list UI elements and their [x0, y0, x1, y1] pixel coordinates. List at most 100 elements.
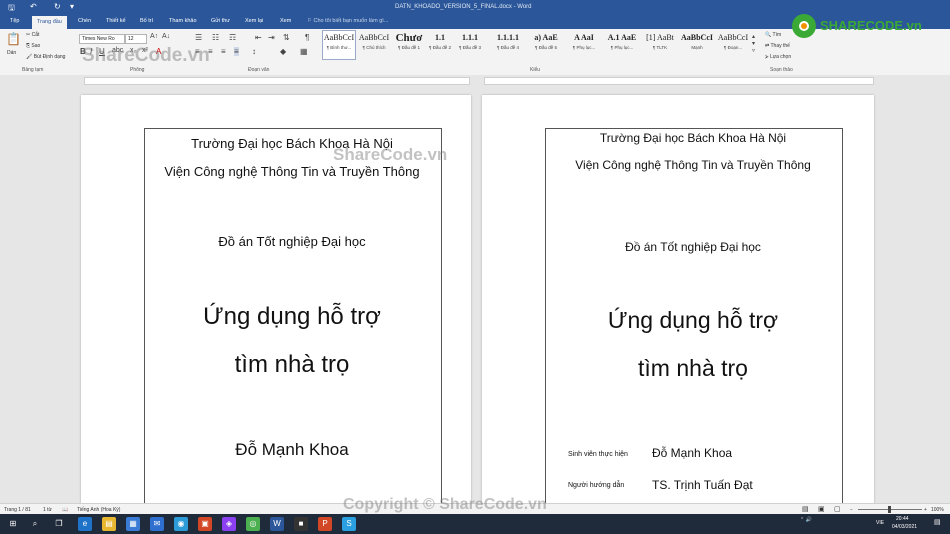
clock-date[interactable]: 04/03/2021	[892, 524, 917, 530]
watermark-text: ShareCode.vn	[82, 45, 210, 66]
style-sample: a) AaE	[534, 33, 558, 42]
messenger-icon[interactable]: ◈	[222, 517, 236, 531]
office-icon[interactable]: ▣	[198, 517, 212, 531]
redo-icon[interactable]: ↻	[54, 2, 61, 11]
thesis-title-line1: Ứng dụng hỗ trợ	[203, 303, 381, 330]
tab-home[interactable]: Trang đầu	[32, 16, 67, 29]
style-name: ¶ Đoạn...	[723, 45, 743, 50]
line-spacing-icon[interactable]: ↕	[252, 47, 256, 56]
word-icon[interactable]: W	[270, 517, 284, 531]
document-title: DATN_KHOADO_VERSION_5_FINAL.docx - Word	[395, 4, 532, 10]
justify-icon[interactable]: ≡	[234, 47, 239, 56]
mail-icon[interactable]: ✉	[150, 517, 164, 531]
thesis-title-line2: tìm nhà trọ	[638, 355, 748, 381]
font-name-box[interactable]: Times New Ro	[79, 34, 125, 44]
paste-button[interactable]: Dán	[7, 50, 16, 56]
style-sample: Chươ	[395, 32, 423, 44]
word-count[interactable]: 1 từ	[43, 507, 52, 513]
tell-me-box[interactable]: ⚐ Cho tôi biết bạn muốn làm gì...	[307, 18, 388, 24]
format-painter-button[interactable]: 🖌 Bút Định dạng	[26, 54, 65, 60]
chrome-icon[interactable]: ◎	[246, 517, 260, 531]
notification-icon[interactable]: ▤	[934, 518, 941, 526]
style-appendix[interactable]: A AaI ¶ Phụ lục...	[567, 31, 601, 59]
style-appendix-sub[interactable]: A.1 AaE ¶ Phụ lục...	[605, 31, 639, 59]
tab-review[interactable]: Xem lại	[245, 18, 263, 24]
ruler-right-page[interactable]	[484, 77, 874, 85]
paragraph-group-label: Đoạn văn	[248, 67, 270, 73]
style-name: ¶ TLTK	[652, 45, 668, 50]
tray-icons[interactable]: ⌃ 🔊	[800, 517, 812, 523]
task-view-icon[interactable]: ❐	[52, 517, 66, 531]
numbering-icon[interactable]: ☷	[212, 33, 219, 42]
multilevel-list-icon[interactable]: ☶	[229, 33, 236, 42]
paste-icon[interactable]: 📋	[6, 32, 21, 46]
align-right-icon[interactable]: ≡	[221, 47, 226, 56]
find-button[interactable]: 🔍 Tìm	[765, 32, 781, 38]
copy-button[interactable]: ⎘ Sao	[26, 43, 40, 49]
style-references[interactable]: [1] AaBt ¶ TLTK	[643, 31, 677, 59]
grow-font-icon[interactable]: A↑	[150, 33, 158, 40]
document-page-right[interactable]: Trường Đại học Bách Khoa Hà Nội Viện Côn…	[482, 95, 874, 530]
quick-access-dropdown-icon[interactable]: ▾	[70, 2, 74, 11]
store-icon[interactable]: ▦	[126, 517, 140, 531]
read-mode-icon[interactable]: ▤	[802, 505, 809, 513]
shading-icon[interactable]: ◆	[280, 47, 286, 56]
zoom-slider-thumb[interactable]	[888, 506, 891, 513]
borders-icon[interactable]: ▦	[300, 47, 308, 56]
cut-button[interactable]: ✂ Cắt	[26, 32, 39, 38]
select-button[interactable]: ⮚ Lựa chọn	[765, 54, 791, 60]
increase-indent-icon[interactable]: ⇥	[268, 33, 275, 42]
clock-time[interactable]: 20:44	[896, 516, 909, 522]
style-normal[interactable]: AaBbCcI ¶ Bình thư...	[322, 30, 356, 60]
tab-file[interactable]: Tệp	[10, 18, 19, 24]
sort-icon[interactable]: ⇅	[283, 33, 290, 42]
file-explorer-icon[interactable]: ▤	[102, 517, 116, 531]
ide-icon[interactable]: ■	[294, 517, 308, 531]
tab-layout[interactable]: Bố trí	[140, 18, 153, 24]
style-name: ¶ Chú thích	[362, 45, 386, 50]
style-paragraph[interactable]: AaBbCcI ¶ Đoạn...	[716, 31, 750, 59]
web-layout-icon[interactable]: ▢	[834, 505, 841, 513]
powerpoint-icon[interactable]: P	[318, 517, 332, 531]
format-painter-label: Bút Định dạng	[33, 54, 66, 60]
replace-button[interactable]: ⇄ Thay thế	[765, 43, 790, 49]
print-layout-icon[interactable]: ▣	[818, 505, 825, 513]
skype-icon[interactable]: S	[342, 517, 356, 531]
bullets-icon[interactable]: ☰	[195, 33, 202, 42]
tab-design[interactable]: Thiết kế	[106, 18, 126, 24]
app-icon[interactable]: ◉	[174, 517, 188, 531]
shrink-font-icon[interactable]: A↓	[162, 33, 170, 40]
style-heading-4[interactable]: 1.1.1.1 ¶ Đầu đề 4	[490, 31, 526, 59]
style-heading-2[interactable]: 1.1 ¶ Đầu đề 2	[428, 31, 452, 59]
tell-me-text: Cho tôi biết bạn muốn làm gì...	[313, 18, 389, 24]
font-size-box[interactable]: 12	[125, 34, 147, 44]
style-heading-5[interactable]: a) AaE ¶ Đầu đề 5	[529, 31, 563, 59]
tab-view[interactable]: Xem	[280, 18, 291, 24]
font-group-label: Phông	[130, 67, 145, 73]
style-heading-3[interactable]: 1.1.1 ¶ Đầu đề 3	[455, 31, 485, 59]
search-icon[interactable]: ⌕	[28, 517, 42, 531]
tab-references[interactable]: Tham khảo	[169, 18, 197, 24]
start-icon[interactable]: ⊞	[6, 517, 20, 531]
styles-scroll-icon[interactable]: ▴ ▾ ▿	[752, 33, 755, 54]
show-marks-icon[interactable]: ¶	[305, 33, 309, 42]
save-icon[interactable]: 🖫	[8, 2, 15, 16]
style-name: ¶ Bình thư...	[326, 45, 352, 50]
language[interactable]: Tiếng Anh (Hoa Kỳ)	[77, 507, 120, 513]
style-heading-1[interactable]: Chươ ¶ Đầu đề 1	[393, 31, 425, 59]
style-sample: AaBbCcI	[323, 33, 355, 42]
proofing-icon[interactable]: 📖	[62, 507, 68, 513]
zoom-level[interactable]: 100%	[931, 507, 944, 513]
decrease-indent-icon[interactable]: ⇤	[255, 33, 262, 42]
style-caption[interactable]: AaBbCcI ¶ Chú thích	[358, 31, 390, 59]
page-count[interactable]: Trang 1 / 81	[4, 507, 31, 513]
zoom-in-icon[interactable]: +	[924, 507, 927, 513]
ruler-left-page[interactable]	[84, 77, 470, 85]
edge-icon[interactable]: e	[78, 517, 92, 531]
undo-icon[interactable]: ↶	[30, 2, 37, 11]
tab-mailings[interactable]: Gửi thư	[211, 18, 230, 24]
style-strong[interactable]: AaBbCcI Mạnh	[680, 31, 714, 59]
zoom-out-icon[interactable]: −	[850, 507, 853, 513]
input-language[interactable]: VIE	[876, 520, 884, 526]
tab-insert[interactable]: Chèn	[78, 18, 91, 24]
